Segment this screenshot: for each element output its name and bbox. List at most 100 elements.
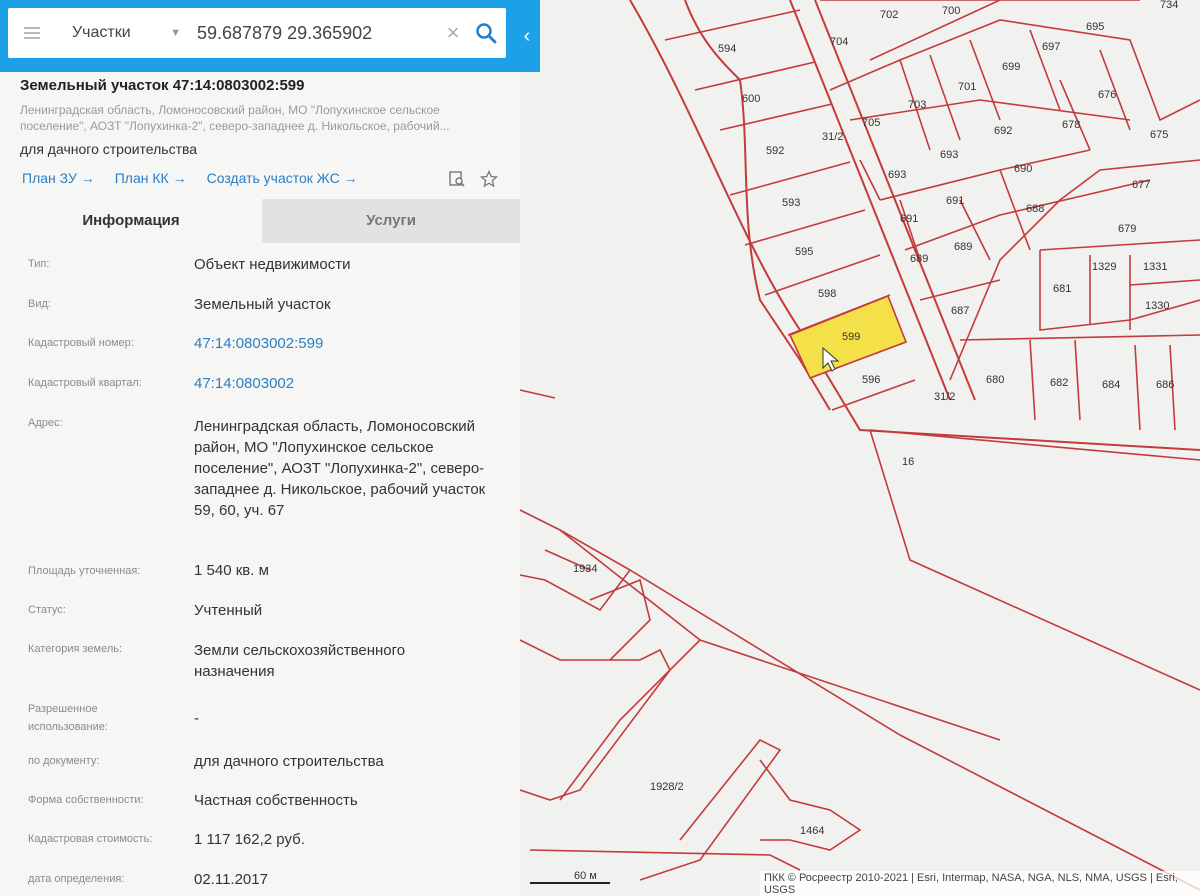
detail-label: Разрешенное использование: xyxy=(28,703,108,733)
map-label: 695 xyxy=(1086,21,1104,33)
map-label: 600 xyxy=(742,93,760,105)
map-label: 686 xyxy=(1156,379,1174,391)
detail-label: Тип: xyxy=(28,258,50,270)
menu-icon[interactable] xyxy=(8,8,56,58)
map-label: 690 xyxy=(1014,163,1032,175)
map-label: 681 xyxy=(1053,283,1071,295)
map-label: 699 xyxy=(1002,61,1020,73)
map-label: 701 xyxy=(958,81,976,93)
map-label: 703 xyxy=(908,99,926,111)
detail-value: - xyxy=(194,710,199,727)
map-label: 697 xyxy=(1042,41,1060,53)
map-label: 593 xyxy=(782,197,800,209)
create-parcel-link[interactable]: Создать участок ЖС → xyxy=(207,170,358,186)
map-credits[interactable]: ПКК © Росреестр 2010-2021 | Esri, Interm… xyxy=(760,871,1200,896)
detail-label: Статус: xyxy=(28,604,66,616)
detail-value: 02.11.2017 xyxy=(194,871,268,888)
tab-info[interactable]: Информация xyxy=(0,199,262,243)
cadastral-quarter-link[interactable]: 47:14:0803002 xyxy=(194,373,504,394)
layer-select-label: Участки xyxy=(72,24,131,41)
search-button[interactable] xyxy=(466,8,506,58)
map-label: 599 xyxy=(842,331,860,343)
zoom-to-icon[interactable] xyxy=(448,170,466,188)
map-label: 1330 xyxy=(1145,300,1169,312)
detail-label: Категория земель: xyxy=(28,643,123,655)
map-label: 702 xyxy=(880,9,898,21)
map-label: 16 xyxy=(902,456,914,468)
scale-label: 60 м xyxy=(574,870,597,882)
map-label: 689 xyxy=(910,253,928,265)
detail-label: Адрес: xyxy=(28,417,63,429)
detail-value: Частная собственность xyxy=(194,792,358,809)
detail-value: Учтенный xyxy=(194,602,263,619)
map-label: 675 xyxy=(1150,129,1168,141)
search-box: Участки ▼ × xyxy=(8,8,506,58)
map-label: 1329 xyxy=(1092,261,1116,273)
detail-value: для дачного строительства xyxy=(194,753,384,770)
close-icon[interactable]: × xyxy=(440,8,466,58)
plan-kk-link[interactable]: План КК → xyxy=(115,170,187,186)
parcel-use: для дачного строительства xyxy=(20,141,198,157)
map-label: 687 xyxy=(951,305,969,317)
parcel-title: Земельный участок 47:14:0803002:599 xyxy=(20,77,305,94)
parcel-address: Ленинградская область, Ломоносовский рай… xyxy=(20,103,450,133)
search-bar: Участки ▼ × ‹ xyxy=(0,0,540,72)
map-label: 684 xyxy=(1102,379,1120,391)
map-label: 704 xyxy=(830,36,848,48)
star-icon[interactable] xyxy=(480,170,498,188)
map-label: 691 xyxy=(900,213,918,225)
detail-value: Земельный участок xyxy=(194,296,331,313)
detail-value: 1 540 кв. м xyxy=(194,562,269,579)
detail-label: Площадь уточненная: xyxy=(28,565,141,577)
map-label: 1464 xyxy=(800,825,824,837)
map-label: 596 xyxy=(862,374,880,386)
detail-value: Объект недвижимости xyxy=(194,256,351,273)
tab-services[interactable]: Услуги xyxy=(262,199,520,243)
map-label: 31/2 xyxy=(934,391,955,403)
map-label: 1934 xyxy=(573,563,597,575)
map-label: 676 xyxy=(1098,89,1116,101)
detail-value: Ленинградская область, Ломоносовский рай… xyxy=(194,418,486,519)
map-label: 700 xyxy=(942,5,960,17)
map-label: 682 xyxy=(1050,377,1068,389)
map-label: 31/2 xyxy=(822,131,843,143)
map-label: 678 xyxy=(1062,119,1080,131)
parcel-actions xyxy=(448,170,498,188)
plan-zu-link[interactable]: План ЗУ → xyxy=(22,170,95,186)
detail-label: Кадастровый квартал: xyxy=(28,377,142,389)
map-label: 1331 xyxy=(1143,261,1167,273)
map-label: 677 xyxy=(1132,179,1150,191)
detail-label: по документу: xyxy=(28,755,100,767)
map-label: 691 xyxy=(946,195,964,207)
detail-label: Кадастровая стоимость: xyxy=(28,833,153,845)
map-label: 688 xyxy=(1026,203,1044,215)
panel-tabs: Информация Услуги xyxy=(0,199,520,243)
map-label: 689 xyxy=(954,241,972,253)
map-label: 705 xyxy=(862,117,880,129)
map-label: 692 xyxy=(994,125,1012,137)
chevron-down-icon: ▼ xyxy=(170,27,181,39)
layer-select[interactable]: Участки ▼ xyxy=(56,8,191,58)
cadastral-number-link[interactable]: 47:14:0803002:599 xyxy=(194,333,504,354)
map-label: 679 xyxy=(1118,223,1136,235)
parcel-links: План ЗУ → План КК → Создать участок ЖС → xyxy=(22,170,358,186)
info-panel: Земельный участок 47:14:0803002:599 Лени… xyxy=(0,72,520,896)
map-label: 680 xyxy=(986,374,1004,386)
map-label: 1928/2 xyxy=(650,781,684,793)
search-input[interactable] xyxy=(191,8,440,58)
map-label: 734 xyxy=(1160,0,1178,11)
search-icon xyxy=(476,23,497,44)
map-label: 594 xyxy=(718,43,736,55)
detail-value: Земли сельскохозяйственного назначения xyxy=(194,642,406,680)
map-label: 598 xyxy=(818,288,836,300)
detail-label: Форма собственности: xyxy=(28,794,144,806)
map-label: 693 xyxy=(888,169,906,181)
collapse-left-icon[interactable]: ‹ xyxy=(517,20,537,52)
map-label: 693 xyxy=(940,149,958,161)
map-label: 592 xyxy=(766,145,784,157)
map-label: 595 xyxy=(795,246,813,258)
detail-value: 1 117 162,2 руб. xyxy=(194,831,305,848)
scale-bar xyxy=(530,882,610,884)
detail-label: Кадастровый номер: xyxy=(28,337,134,349)
detail-label: дата определения: xyxy=(28,873,125,885)
